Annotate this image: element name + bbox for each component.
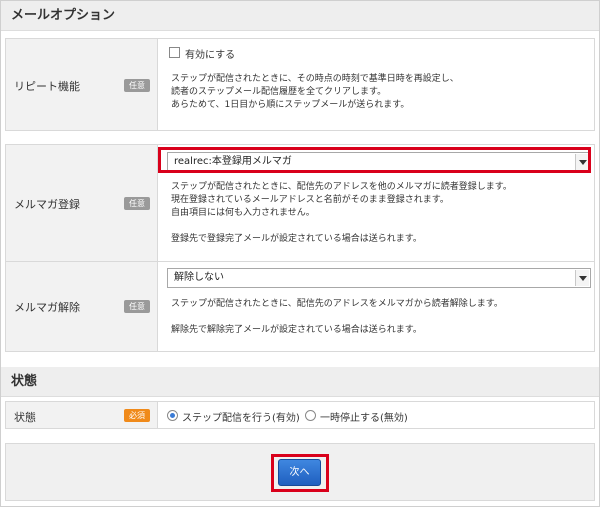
status-row: 状態 必須 ステップ配信を行う(有効) 一時停止する(無効) xyxy=(5,401,595,429)
unregister-label: メルマガ解除 xyxy=(14,301,80,314)
status-radio-paused[interactable] xyxy=(305,410,316,421)
register-label-cell: メルマガ登録 任意 xyxy=(6,145,158,261)
status-radio-active-label[interactable]: ステップ配信を行う(有効) xyxy=(182,409,300,424)
mail-options-header: メールオプション xyxy=(1,1,599,31)
unregister-row: メルマガ解除 任意 解除しない ステップが配信されたときに、配信先のアドレスをメ… xyxy=(5,261,595,352)
desc-line: 登録先で登録完了メールが設定されている場合は送られます。 xyxy=(171,234,422,244)
repeat-label: リピート機能 xyxy=(14,80,80,93)
desc-line: あらためて、1日目から順にステップメールが送られます。 xyxy=(171,100,410,110)
status-label: 状態 xyxy=(14,411,36,424)
status-radio-paused-label[interactable]: 一時停止する(無効) xyxy=(320,409,408,424)
desc-spacer xyxy=(171,220,512,233)
desc-spacer xyxy=(171,311,503,324)
desc-line: 現在登録されているメールアドレスと名前がそのまま登録されます。 xyxy=(171,195,449,205)
repeat-label-cell: リピート機能 任意 xyxy=(6,39,158,130)
repeat-description: ステップが配信されたときに、その時点の時刻で基準日時を再設定し、 読者のステップ… xyxy=(171,73,459,112)
unregister-description: ステップが配信されたときに、配信先のアドレスをメルマガから読者解除します。 解除… xyxy=(171,298,503,337)
status-label-cell: 状態 必須 xyxy=(6,402,158,428)
next-button[interactable]: 次へ xyxy=(278,459,321,486)
optional-badge: 任意 xyxy=(124,197,150,210)
repeat-enable-checkbox[interactable] xyxy=(169,47,180,58)
unregister-label-cell: メルマガ解除 任意 xyxy=(6,262,158,351)
repeat-content: 有効にする ステップが配信されたときに、その時点の時刻で基準日時を再設定し、 読… xyxy=(159,39,594,130)
unregister-select[interactable]: 解除しない xyxy=(167,268,591,288)
desc-line: 読者のステップメール配信履歴を全てクリアします。 xyxy=(171,87,387,97)
status-header: 状態 xyxy=(1,367,599,397)
desc-line: ステップが配信されたときに、配信先のアドレスを他のメルマガに読者登録します。 xyxy=(171,182,512,192)
chevron-down-icon[interactable] xyxy=(575,270,589,286)
repeat-enable-label[interactable]: 有効にする xyxy=(185,46,235,61)
repeat-row: リピート機能 任意 有効にする ステップが配信されたときに、その時点の時刻で基準… xyxy=(5,38,595,131)
register-label: メルマガ登録 xyxy=(14,198,80,211)
register-select-highlight xyxy=(158,147,591,173)
required-badge: 必須 xyxy=(124,409,150,422)
optional-badge: 任意 xyxy=(124,300,150,313)
unregister-content: 解除しない ステップが配信されたときに、配信先のアドレスをメルマガから読者解除し… xyxy=(159,262,594,351)
desc-line: 自由項目には何も入力されません。 xyxy=(171,208,315,218)
register-description: ステップが配信されたときに、配信先のアドレスを他のメルマガに読者登録します。 現… xyxy=(171,181,512,246)
desc-line: ステップが配信されたときに、配信先のアドレスをメルマガから読者解除します。 xyxy=(171,299,503,309)
unregister-select-value: 解除しない xyxy=(174,272,224,283)
optional-badge: 任意 xyxy=(124,79,150,92)
status-radio-active[interactable] xyxy=(167,410,178,421)
status-content: ステップ配信を行う(有効) 一時停止する(無効) xyxy=(159,402,594,428)
desc-line: 解除先で解除完了メールが設定されている場合は送られます。 xyxy=(171,325,422,335)
desc-line: ステップが配信されたときに、その時点の時刻で基準日時を再設定し、 xyxy=(171,74,459,84)
